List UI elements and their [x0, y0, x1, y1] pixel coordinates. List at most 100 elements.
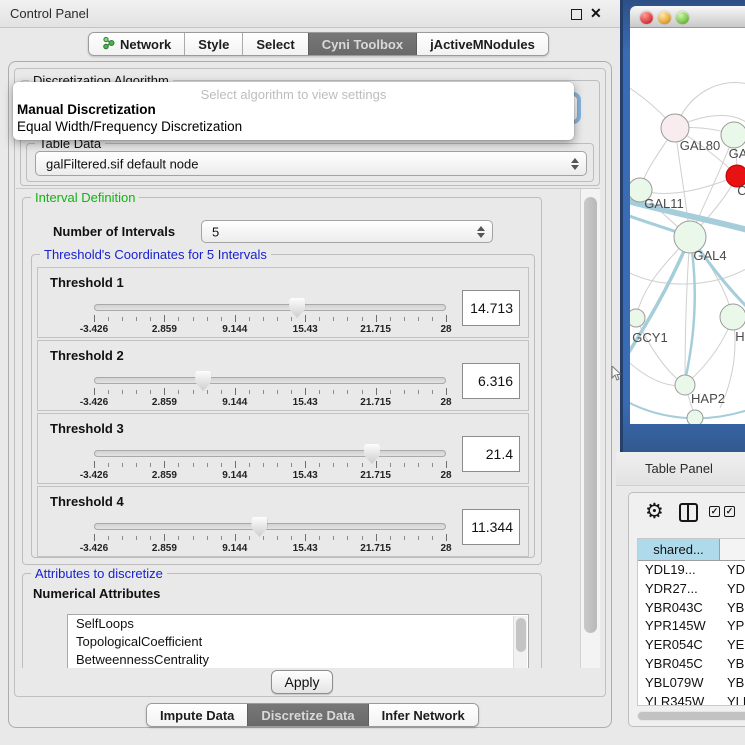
- table-row[interactable]: YDR27...YDR2: [638, 580, 745, 599]
- tab-jactivemnodules[interactable]: jActiveMNodules: [416, 33, 548, 55]
- tick-label: 28: [440, 324, 451, 335]
- network-window-titlebar[interactable]: [630, 6, 745, 28]
- attribute-list-item[interactable]: BetweennessCentrality: [68, 651, 528, 668]
- checkbox-icon[interactable]: ✓: [724, 506, 735, 517]
- tick-mark: [319, 536, 320, 540]
- table-row[interactable]: YPR145WYPR1: [638, 617, 745, 636]
- tick-label: 21.715: [360, 397, 391, 408]
- slider-track[interactable]: [94, 523, 446, 530]
- tick-label: 15.43: [293, 397, 318, 408]
- table-row[interactable]: YBR045CYBR0: [638, 655, 745, 674]
- threshold-value-field[interactable]: 6.316: [462, 363, 520, 399]
- table-row[interactable]: YBR043CYBR0: [638, 599, 745, 618]
- attributes-list-scrollbar[interactable]: [513, 616, 527, 668]
- network-node-h[interactable]: [720, 304, 745, 330]
- threshold-label: Threshold 1: [50, 275, 124, 290]
- tick-mark: [249, 536, 250, 540]
- mac-zoom-icon[interactable]: [676, 11, 689, 24]
- table-hscrollbar[interactable]: [637, 711, 745, 721]
- table-cell-name: YDR2: [720, 580, 745, 599]
- table-hscrollbar-thumb[interactable]: [638, 712, 745, 720]
- tick-mark: [362, 463, 363, 467]
- table-panel-title: Table Panel: [645, 461, 713, 476]
- attribute-list-item[interactable]: TopologicalCoefficient: [68, 633, 528, 651]
- tick-mark: [263, 463, 264, 467]
- threshold-slider[interactable]: -3.4262.8599.14415.4321.71528: [94, 371, 446, 407]
- table-data-combobox[interactable]: galFiltered.sif default node: [35, 151, 587, 176]
- tick-mark: [277, 317, 278, 321]
- tick-mark: [108, 536, 109, 540]
- network-node-label: C: [737, 183, 745, 198]
- tick-mark: [178, 463, 179, 467]
- threshold-slider[interactable]: -3.4262.8599.14415.4321.71528: [94, 298, 446, 334]
- threshold-slider[interactable]: -3.4262.8599.14415.4321.71528: [94, 517, 446, 553]
- tab-discretize-data[interactable]: Discretize Data: [247, 704, 367, 726]
- network-node-gcy1[interactable]: [630, 309, 645, 327]
- mac-minimize-icon[interactable]: [658, 11, 671, 24]
- tab-infer-network[interactable]: Infer Network: [368, 704, 478, 726]
- tick-mark: [122, 317, 123, 321]
- tab-label: Discretize Data: [261, 708, 354, 723]
- attribute-list-item[interactable]: SelfLoops: [68, 615, 528, 633]
- tab-select[interactable]: Select: [242, 33, 307, 55]
- tick-mark: [390, 317, 391, 321]
- settings-scrollbar-thumb[interactable]: [584, 197, 597, 633]
- table-cell-name: YDL1: [720, 561, 745, 580]
- table-row[interactable]: YDL19...YDL1: [638, 561, 745, 580]
- bottom-tab-bar: Impute Data Discretize Data Infer Network: [146, 703, 479, 727]
- threshold-label: Threshold 2: [50, 348, 124, 363]
- gear-icon[interactable]: ⚙: [645, 499, 664, 524]
- stepper-arrows-icon: [570, 157, 579, 171]
- float-icon[interactable]: [571, 9, 582, 20]
- tick-label: 28: [440, 543, 451, 554]
- network-node-label: H: [735, 329, 744, 344]
- checkbox-icon[interactable]: ✓: [709, 506, 720, 517]
- network-canvas[interactable]: GAL80GACGAL11GAL4GCY1HHAP2: [630, 28, 745, 424]
- tab-impute-data[interactable]: Impute Data: [147, 704, 247, 726]
- tick-mark: [362, 390, 363, 394]
- tick-mark: [432, 317, 433, 321]
- network-edge[interactable]: [640, 176, 737, 193]
- node-table: shared... n YDL19...YDL1YDR27...YDR2YBR0…: [637, 538, 745, 706]
- mac-close-icon[interactable]: [640, 11, 653, 24]
- table-row[interactable]: YBL079WYBL0: [638, 674, 745, 693]
- slider-tick-labels: -3.4262.8599.14415.4321.71528: [94, 397, 446, 409]
- tab-style[interactable]: Style: [184, 33, 242, 55]
- slider-track[interactable]: [94, 304, 446, 311]
- table-column-header-shared[interactable]: shared...: [638, 539, 720, 560]
- num-intervals-value: 5: [212, 224, 219, 239]
- table-cell-name: YBL0: [720, 674, 745, 693]
- numerical-attributes-list[interactable]: SelfLoopsTopologicalCoefficientBetweenne…: [67, 614, 529, 668]
- table-row[interactable]: YLR345WYLR3: [638, 693, 745, 706]
- threshold-value-field[interactable]: 14.713: [462, 290, 520, 326]
- tick-mark: [263, 390, 264, 394]
- tick-mark: [305, 315, 306, 322]
- tick-mark: [418, 463, 419, 467]
- num-intervals-combobox[interactable]: 5: [201, 220, 493, 243]
- close-icon[interactable]: ✕: [590, 5, 602, 22]
- algorithm-popup-item[interactable]: Manual Discretization: [17, 102, 156, 117]
- slider-track[interactable]: [94, 450, 446, 457]
- slider-track[interactable]: [94, 377, 446, 384]
- network-node-ga[interactable]: [721, 122, 745, 148]
- tick-mark: [164, 388, 165, 395]
- apply-button[interactable]: Apply: [271, 670, 333, 694]
- tick-mark: [347, 463, 348, 467]
- tick-mark: [193, 536, 194, 540]
- settings-scrollbar[interactable]: [580, 189, 600, 668]
- threshold-value-field[interactable]: 21.4: [462, 436, 520, 472]
- tick-mark: [376, 534, 377, 541]
- table-cell-shared-name: YPR145W: [638, 617, 720, 636]
- tick-mark: [136, 390, 137, 394]
- table-row[interactable]: YER054CYER0: [638, 636, 745, 655]
- tick-mark: [277, 390, 278, 394]
- tab-network[interactable]: Network: [89, 33, 184, 55]
- network-node[interactable]: [687, 410, 703, 424]
- tick-mark: [446, 534, 447, 541]
- table-column-header-name[interactable]: n: [720, 539, 745, 560]
- threshold-slider[interactable]: -3.4262.8599.14415.4321.71528: [94, 444, 446, 480]
- tab-cyni-toolbox[interactable]: Cyni Toolbox: [308, 33, 416, 55]
- algorithm-popup-item[interactable]: Equal Width/Frequency Discretization: [17, 119, 242, 134]
- threshold-value-field[interactable]: 11.344: [462, 509, 520, 545]
- columns-icon[interactable]: [679, 503, 698, 522]
